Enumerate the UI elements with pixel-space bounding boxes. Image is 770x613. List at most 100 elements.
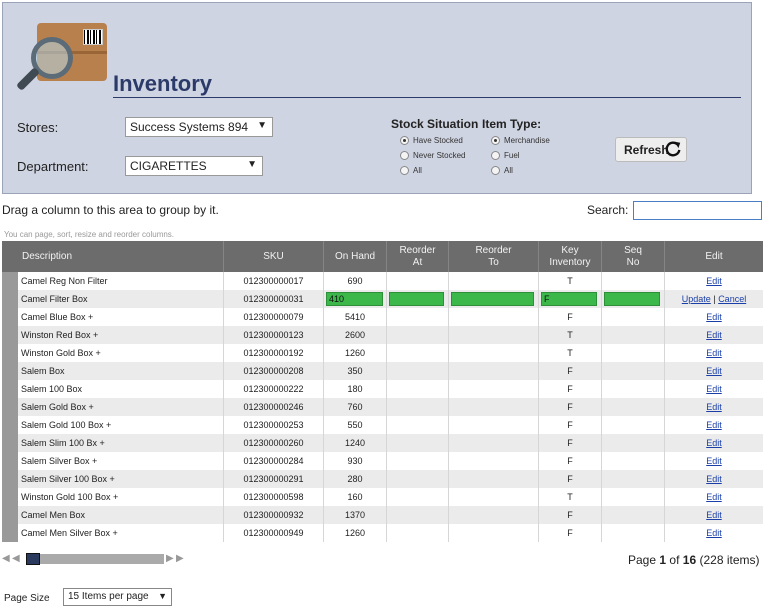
column-header-key-inventory[interactable]: Key Inventory <box>538 241 601 272</box>
table-row[interactable]: Camel Filter Box 012300000031 410 F Update |… <box>18 290 763 308</box>
cell-on-hand: 160 <box>323 488 386 506</box>
cell-reorder-to <box>448 290 538 308</box>
grid-usage-hint: You can page, sort, resize and reorder c… <box>4 230 175 239</box>
search-input[interactable] <box>633 201 762 220</box>
header-panel: Inventory Stores: Success Systems 894 ▼ … <box>2 2 752 194</box>
edit-link[interactable]: Edit <box>706 492 722 502</box>
cell-key-inventory: F <box>538 470 601 488</box>
column-header-reorder-to[interactable]: Reorder To <box>448 241 538 272</box>
cell-key-inventory: F <box>538 434 601 452</box>
cell-description: Camel Reg Non Filter <box>21 276 108 286</box>
edit-link[interactable]: Edit <box>706 276 722 286</box>
department-select[interactable]: CIGARETTES ▼ <box>125 156 263 176</box>
table-row[interactable]: Camel Men Silver Box + 012300000949 1260 F E… <box>18 524 763 542</box>
radio-icon <box>400 166 409 176</box>
edit-link[interactable]: Edit <box>706 384 722 394</box>
cell-on-hand: 1260 <box>323 344 386 362</box>
grid-header: Description SKU On Hand Reorder At Reord… <box>2 241 763 272</box>
table-row[interactable]: Salem Gold Box + 012300000246 760 F Edit <box>18 398 763 416</box>
edit-link[interactable]: Edit <box>706 456 722 466</box>
table-row[interactable]: Camel Blue Box + 012300000079 5410 F Edit <box>18 308 763 326</box>
radio-icon <box>491 151 500 161</box>
table-row[interactable]: Salem 100 Box 012300000222 180 F Edit <box>18 380 763 398</box>
column-header-on-hand[interactable]: On Hand <box>323 241 386 272</box>
cell-description: Camel Men Box <box>21 510 86 520</box>
pager-scrollbar[interactable]: ◀ ◀ ▶ ▶ <box>2 552 192 566</box>
last-page-icon[interactable]: ▶ <box>176 553 184 564</box>
update-link[interactable]: Update <box>682 294 711 304</box>
edit-link[interactable]: Edit <box>706 348 722 358</box>
seq-no-input[interactable] <box>604 292 660 306</box>
radio-merchandise[interactable]: Merchandise <box>491 135 550 147</box>
edit-link[interactable]: Edit <box>706 330 722 340</box>
table-row[interactable]: Salem Silver Box + 012300000284 930 F Edit <box>18 452 763 470</box>
edit-link[interactable]: Edit <box>706 528 722 538</box>
cell-edit: Edit <box>664 272 763 290</box>
reorder-to-input[interactable] <box>451 292 534 306</box>
table-row[interactable]: Winston Red Box + 012300000123 2600 T Edit <box>18 326 763 344</box>
pager-track[interactable] <box>26 554 164 564</box>
prev-page-icon[interactable]: ◀ <box>12 553 20 564</box>
table-row[interactable]: Salem Slim 100 Bx + 012300000260 1240 F Edit <box>18 434 763 452</box>
edit-link[interactable]: Edit <box>706 420 722 430</box>
cell-description: Salem 100 Box <box>21 384 83 394</box>
item-type-title: Item Type: <box>482 117 542 131</box>
edit-link[interactable]: Edit <box>706 366 722 376</box>
cell-description: Salem Silver Box + <box>21 456 98 466</box>
column-header-seq-no[interactable]: Seq No <box>601 241 664 272</box>
cell-seq-no <box>601 470 664 488</box>
cell-reorder-to <box>448 470 538 488</box>
stores-select[interactable]: Success Systems 894 ▼ <box>125 117 273 137</box>
cell-reorder-at <box>386 470 448 488</box>
cell-reorder-at <box>386 416 448 434</box>
table-row[interactable]: Camel Men Box 012300000932 1370 F Edit <box>18 506 763 524</box>
cell-edit: Edit <box>664 416 763 434</box>
cell-edit: Edit <box>664 488 763 506</box>
current-page: 1 <box>659 553 667 567</box>
column-header-reorder-at[interactable]: Reorder At <box>386 241 448 272</box>
edit-link[interactable]: Edit <box>706 474 722 484</box>
radio-have-stocked[interactable]: Have Stocked <box>400 135 463 147</box>
column-header-sku[interactable]: SKU <box>223 241 323 272</box>
cell-sku: 012300000031 <box>223 290 323 308</box>
pager-thumb[interactable] <box>26 553 40 565</box>
radio-icon <box>400 151 409 161</box>
cell-description: Camel Blue Box + <box>21 312 94 322</box>
key-inventory-input[interactable]: F <box>541 292 597 306</box>
first-page-icon[interactable]: ◀ <box>2 553 10 564</box>
cell-key-inventory: T <box>538 326 601 344</box>
edit-link[interactable]: Edit <box>706 312 722 322</box>
cell-on-hand: 690 <box>323 272 386 290</box>
reorder-at-input[interactable] <box>389 292 444 306</box>
table-row[interactable]: Winston Gold 100 Box + 012300000598 160 T Ed… <box>18 488 763 506</box>
cell-seq-no <box>601 308 664 326</box>
refresh-button[interactable]: Refresh <box>615 137 687 162</box>
edit-link[interactable]: Edit <box>706 402 722 412</box>
edit-link[interactable]: Edit <box>706 510 722 520</box>
table-row[interactable]: Winston Gold Box + 012300000192 1260 T Edit <box>18 344 763 362</box>
radio-itemtype-all[interactable]: All <box>491 165 513 177</box>
cell-description: Salem Slim 100 Bx + <box>21 438 105 448</box>
table-row[interactable]: Salem Silver 100 Box + 012300000291 280 F Ed… <box>18 470 763 488</box>
cell-sku: 012300000123 <box>223 326 323 344</box>
table-row[interactable]: Camel Reg Non Filter 012300000017 690 T Edit <box>18 272 763 290</box>
on-hand-input[interactable]: 410 <box>326 292 383 306</box>
table-row[interactable]: Salem Gold 100 Box + 012300000253 550 F Edit <box>18 416 763 434</box>
column-header-description[interactable]: Description <box>18 241 223 272</box>
edit-link[interactable]: Edit <box>706 438 722 448</box>
page-size-label: Page Size <box>4 593 50 604</box>
cell-seq-no <box>601 344 664 362</box>
cell-reorder-to <box>448 398 538 416</box>
radio-never-stocked[interactable]: Never Stocked <box>400 150 465 162</box>
radio-fuel[interactable]: Fuel <box>491 150 520 162</box>
next-page-icon[interactable]: ▶ <box>166 553 174 564</box>
table-row[interactable]: Salem Box 012300000208 350 F Edit <box>18 362 763 380</box>
cell-description: Salem Gold Box + <box>21 402 94 412</box>
cell-seq-no <box>601 434 664 452</box>
radio-stock-all[interactable]: All <box>400 165 422 177</box>
cancel-link[interactable]: Cancel <box>718 294 746 304</box>
page-size-select[interactable]: 15 Items per page ▼ <box>63 588 172 606</box>
search-label: Search: <box>587 203 629 217</box>
page-info: Page 1 of 16 (228 items) <box>628 553 760 567</box>
cell-edit: Edit <box>664 524 763 542</box>
